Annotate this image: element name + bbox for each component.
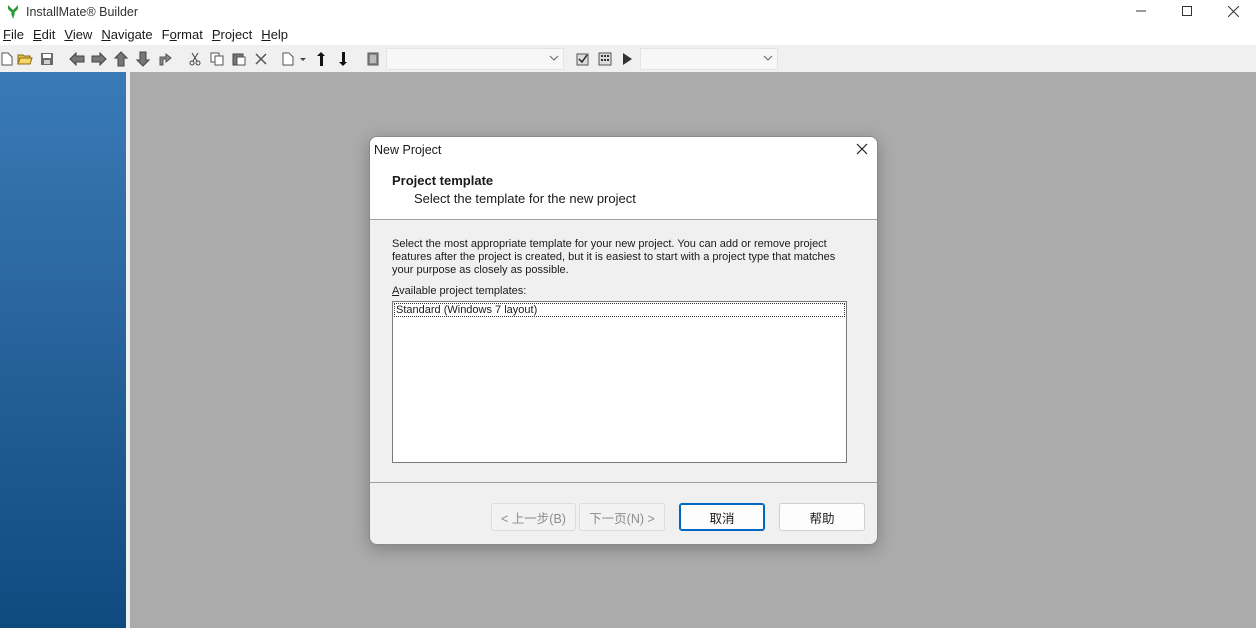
jump-button[interactable]	[154, 48, 176, 70]
window-titlebar: InstallMate® Builder	[0, 0, 1256, 24]
close-window-button[interactable]	[1210, 0, 1256, 22]
window-title: InstallMate® Builder	[26, 5, 139, 19]
dialog-header: Project template Select the template for…	[370, 162, 877, 220]
navigation-panel[interactable]	[0, 72, 126, 628]
jump-icon	[159, 52, 172, 65]
dialog-titlebar: New Project	[370, 137, 877, 162]
up-icon	[114, 50, 128, 66]
down-button[interactable]	[132, 48, 154, 70]
new-icon	[1, 52, 13, 65]
calculator-icon	[598, 52, 612, 65]
dialog-title: New Project	[374, 142, 442, 157]
toolbar	[0, 45, 1256, 72]
forward-icon	[91, 51, 107, 66]
delete-button[interactable]	[250, 48, 272, 70]
menu-bar: File Edit View Navigate Format Project H…	[0, 24, 1256, 45]
down-icon	[136, 51, 150, 67]
forward-button[interactable]	[88, 48, 110, 70]
check-button[interactable]	[572, 48, 594, 70]
run-icon	[623, 52, 632, 65]
template-description: Select the most appropriate template for…	[392, 238, 836, 276]
templates-listbox[interactable]: Standard (Windows 7 layout)	[392, 301, 847, 463]
chevron-down-icon	[763, 55, 773, 61]
paste-button[interactable]	[228, 48, 250, 70]
run-button[interactable]	[616, 48, 638, 70]
move-up-icon	[317, 51, 325, 66]
open-icon	[17, 54, 33, 64]
back-button[interactable]: < 上一步(B)	[491, 503, 576, 531]
new-button[interactable]	[0, 48, 14, 70]
save-icon	[41, 52, 53, 65]
help-button[interactable]: 帮助	[779, 503, 865, 531]
cancel-button[interactable]: 取消	[679, 503, 765, 531]
close-icon[interactable]	[855, 142, 869, 156]
paste-icon	[232, 53, 246, 65]
build-config-icon	[367, 52, 379, 65]
menu-file[interactable]: File	[2, 27, 31, 42]
installmate-logo-icon	[8, 5, 18, 19]
move-up-button[interactable]	[310, 48, 332, 70]
header-title: Project template	[392, 173, 494, 188]
menu-project[interactable]: Project	[211, 27, 259, 42]
copy-button[interactable]	[206, 48, 228, 70]
window-controls	[1118, 0, 1256, 24]
target-combo[interactable]	[640, 47, 778, 70]
cut-icon	[189, 52, 201, 65]
menu-navigate[interactable]: Navigate	[100, 27, 159, 42]
chevron-down-icon	[549, 55, 559, 61]
up-button[interactable]	[110, 48, 132, 70]
templates-label: Available project templates:	[392, 285, 527, 297]
header-subtitle: Select the template for the new project	[414, 191, 636, 206]
maximize-icon	[1182, 6, 1192, 16]
new-item-button[interactable]	[280, 48, 310, 70]
dialog-body: Select the most appropriate template for…	[370, 220, 877, 463]
list-item[interactable]: Standard (Windows 7 layout)	[394, 303, 845, 317]
maximize-button[interactable]	[1164, 0, 1210, 22]
cut-button[interactable]	[184, 48, 206, 70]
new-project-dialog: New Project Project template Select the …	[369, 136, 878, 545]
back-button[interactable]	[66, 48, 88, 70]
new-item-icon	[282, 52, 306, 65]
next-button[interactable]: 下一页(N) >	[579, 503, 665, 531]
calculator-button[interactable]	[594, 48, 616, 70]
minimize-button[interactable]	[1118, 0, 1164, 22]
build-config-button[interactable]	[362, 48, 384, 70]
back-icon	[69, 51, 85, 66]
check-icon	[576, 53, 589, 65]
move-down-icon	[339, 51, 347, 66]
open-button[interactable]	[14, 48, 36, 70]
minimize-icon	[1136, 10, 1146, 12]
dialog-footer: < 上一步(B) 下一页(N) > 取消 帮助	[370, 482, 877, 544]
menu-view[interactable]: View	[63, 27, 99, 42]
configuration-combo[interactable]	[386, 47, 564, 70]
copy-icon	[210, 52, 224, 65]
delete-icon	[255, 52, 267, 65]
menu-format[interactable]: Format	[161, 27, 210, 42]
menu-help[interactable]: Help	[260, 27, 295, 42]
move-down-button[interactable]	[332, 48, 354, 70]
close-icon	[1227, 5, 1239, 17]
menu-edit[interactable]: Edit	[32, 27, 62, 42]
save-button[interactable]	[36, 48, 58, 70]
